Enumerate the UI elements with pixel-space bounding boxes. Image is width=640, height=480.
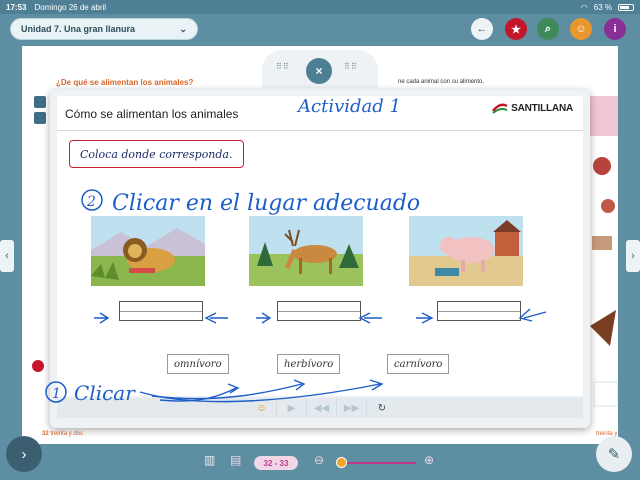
grip-icon: ⠿⠿ <box>344 62 358 71</box>
divider <box>57 130 583 131</box>
pdf-icon[interactable]: ▤ <box>230 453 241 467</box>
back-arrow-icon: ← <box>476 23 488 35</box>
audio-marker-icon[interactable] <box>32 360 44 372</box>
person-icon: ☺ <box>575 23 587 35</box>
next-page-arrow[interactable]: › <box>626 240 640 272</box>
lion-image <box>91 216 205 286</box>
activity-controls: ☺ ▶ ◀◀ ▶▶ ↻ <box>57 398 583 418</box>
search-button[interactable]: ⌕ <box>537 18 559 40</box>
instruction-box: Coloca donde corresponda. <box>69 140 244 168</box>
page-number-left: 32 treinta y dos <box>42 431 84 437</box>
unit-dropdown-label: Unidad 7. Una gran llanura <box>21 24 136 34</box>
pencil-fab-button[interactable]: ✎ <box>596 436 632 472</box>
book-view-icon[interactable]: ▥ <box>204 453 215 467</box>
rewind-button[interactable]: ◀◀ <box>307 398 337 418</box>
book-question-right: ne cada animal con su alimento. <box>398 79 485 85</box>
forward-icon: ▶▶ <box>343 402 360 414</box>
word-herbivoro[interactable]: herbívoro <box>277 354 341 374</box>
next-fab-button[interactable]: › <box>6 436 42 472</box>
pig-image <box>409 216 523 286</box>
zoom-slider[interactable] <box>340 462 416 464</box>
page-tool-icon[interactable] <box>34 96 46 108</box>
santillana-logo-icon <box>492 103 508 114</box>
pencil-icon: ✎ <box>607 446 621 463</box>
zoom-in-icon[interactable]: ⊕ <box>424 453 434 467</box>
chevron-right-icon: › <box>21 445 27 463</box>
top-nav: Unidad 7. Una gran llanura ⌄ ← ★ ⌕ ☺ i <box>0 14 640 46</box>
brand-name: SANTILLANA <box>511 102 573 114</box>
drop-target-lion[interactable] <box>119 301 203 321</box>
wifi-icon: ◠ <box>580 2 588 12</box>
deer-image <box>249 216 363 286</box>
close-button[interactable]: × <box>306 58 332 84</box>
previous-page-arrow[interactable]: ‹ <box>0 240 14 272</box>
search-icon: ⌕ <box>544 22 552 35</box>
zoom-slider-knob[interactable] <box>336 457 347 468</box>
profile-button[interactable]: ☺ <box>570 18 592 40</box>
drop-target-deer[interactable] <box>277 301 361 321</box>
word-omnivoro[interactable]: omnívoro <box>167 354 229 374</box>
chevron-right-icon: › <box>631 250 635 262</box>
drop-target-pig[interactable] <box>437 301 521 321</box>
unit-dropdown[interactable]: Unidad 7. Una gran llanura ⌄ <box>10 18 198 40</box>
status-bar: 17:53 Domingo 26 de abril ◠ 63 % <box>0 0 640 14</box>
grip-icon: ⠿⠿ <box>276 62 290 71</box>
chevron-left-icon: ‹ <box>5 250 9 262</box>
chevron-down-icon: ⌄ <box>179 23 187 34</box>
page-tool-icon[interactable] <box>34 112 46 124</box>
play-button[interactable]: ▶ <box>277 398 307 418</box>
battery-level: 63 % <box>593 2 612 12</box>
activity-content: Cómo se alimentan los animales SANTILLAN… <box>57 96 583 396</box>
brand-logo: SANTILLANA <box>492 102 573 114</box>
favorite-button[interactable]: ★ <box>505 18 527 40</box>
reset-button[interactable]: ↻ <box>367 398 397 418</box>
battery-icon <box>618 3 634 11</box>
zoom-out-icon[interactable]: ⊖ <box>314 453 324 467</box>
close-icon: × <box>315 64 323 78</box>
status-time: 17:53 <box>6 2 27 12</box>
forward-button[interactable]: ▶▶ <box>337 398 367 418</box>
info-icon: i <box>613 23 617 35</box>
speech-bubble-icon: ☺ <box>256 402 267 414</box>
page-indicator[interactable]: 32 - 33 <box>254 456 298 470</box>
info-button[interactable]: i <box>604 18 626 40</box>
book-illustration <box>588 96 618 407</box>
book-question: ¿De qué se alimentan los animales? <box>56 78 194 87</box>
activity-window: Cómo se alimentan los animales SANTILLAN… <box>50 90 590 428</box>
activity-title: Cómo se alimentan los animales <box>65 107 239 121</box>
rewind-icon: ◀◀ <box>313 402 330 414</box>
star-icon: ★ <box>511 23 521 36</box>
reset-icon: ↻ <box>377 402 387 414</box>
feedback-button[interactable]: ☺ <box>247 398 277 418</box>
back-button[interactable]: ← <box>471 18 493 40</box>
word-carnivoro[interactable]: carnívoro <box>387 354 450 374</box>
play-icon: ▶ <box>287 402 296 414</box>
status-date: Domingo 26 de abril <box>34 2 107 12</box>
